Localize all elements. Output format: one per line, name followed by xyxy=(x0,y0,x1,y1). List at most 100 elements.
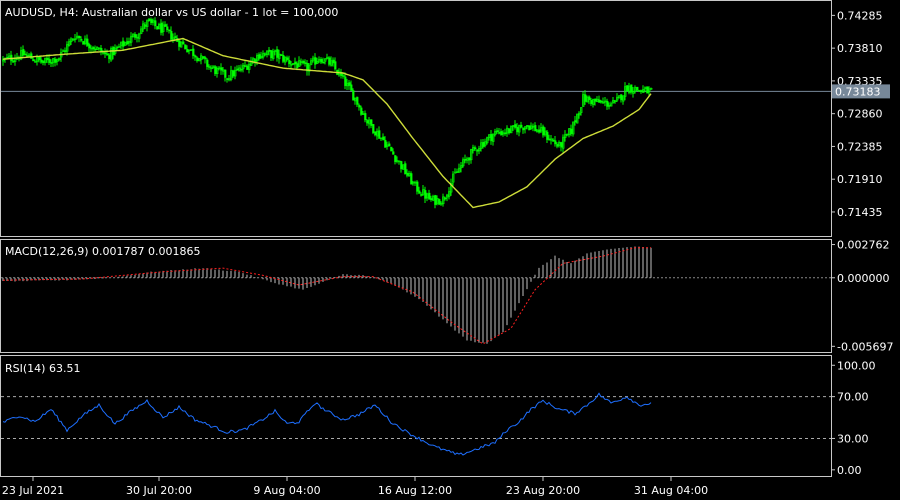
candle-body xyxy=(420,194,423,196)
candle-body xyxy=(40,59,43,63)
macd-pane[interactable] xyxy=(1,246,831,345)
rsi-pane-frame xyxy=(0,355,832,477)
rsi-line xyxy=(2,392,652,456)
candle-body xyxy=(636,86,639,91)
candle-body xyxy=(410,173,413,185)
candle-body xyxy=(504,132,507,135)
candle-body xyxy=(382,136,385,141)
candle-body xyxy=(646,86,649,94)
time-axis-label: 9 Aug 04:00 xyxy=(253,484,320,497)
candle-body xyxy=(534,125,537,132)
rsi-axis-tick-label: 0.00 xyxy=(837,464,862,477)
price-pane[interactable] xyxy=(1,17,831,209)
candle-body xyxy=(444,197,447,200)
candle-body xyxy=(334,61,337,70)
candle-body xyxy=(360,107,363,115)
candle-body xyxy=(464,159,467,161)
candle-body xyxy=(86,38,89,46)
candle-body xyxy=(424,190,427,199)
candle-body xyxy=(584,94,587,102)
candle-body xyxy=(258,54,261,59)
candle-body xyxy=(46,57,49,61)
moving-average-line xyxy=(2,37,652,209)
candle-body xyxy=(226,78,229,80)
candle-body xyxy=(570,128,573,134)
candle-body xyxy=(296,63,299,69)
candle-body xyxy=(508,128,511,134)
candle-body xyxy=(276,49,279,58)
rsi-pane[interactable] xyxy=(1,392,831,456)
candle-body xyxy=(374,131,377,136)
candle-body xyxy=(434,195,437,205)
candle-body xyxy=(92,47,95,50)
candle-body xyxy=(24,53,27,56)
candle-body xyxy=(270,50,273,59)
candle-body xyxy=(156,26,159,30)
candle-body xyxy=(106,53,109,56)
candle-body xyxy=(366,120,369,124)
candle-body xyxy=(598,99,601,103)
candle-body xyxy=(590,100,593,104)
trading-chart[interactable]: 0.742850.738100.733350.728600.723850.719… xyxy=(0,0,900,500)
candle-body xyxy=(378,130,381,139)
candle-body xyxy=(104,52,107,55)
price-axis-tick-label: 0.72860 xyxy=(837,108,883,121)
candle-body xyxy=(122,40,125,47)
candle-body xyxy=(606,100,609,107)
candle-body xyxy=(64,50,67,52)
candle-body xyxy=(288,60,291,65)
candle-body xyxy=(186,49,189,53)
candle-body xyxy=(388,143,391,147)
candle-body xyxy=(168,29,171,32)
candle-body xyxy=(240,68,243,71)
candle-body xyxy=(48,58,51,63)
time-axis-label: 23 Jul 2021 xyxy=(2,484,64,497)
candle-body xyxy=(54,58,57,63)
candle-body xyxy=(384,139,387,148)
candle-body xyxy=(490,134,493,142)
candle-body xyxy=(620,94,623,101)
time-axis-label: 31 Aug 04:00 xyxy=(634,484,708,497)
candle-body xyxy=(38,56,41,61)
candle-body xyxy=(196,57,199,62)
macd-axis-tick-label: -0.005697 xyxy=(837,340,893,353)
candle-body xyxy=(322,61,325,64)
candle-body xyxy=(430,198,433,200)
candle-body xyxy=(304,62,307,64)
candle-body xyxy=(350,84,353,91)
candle-body xyxy=(348,82,351,86)
price-axis-tick-label: 0.71435 xyxy=(837,206,883,219)
candle-body xyxy=(174,36,177,38)
candle-body xyxy=(268,49,271,52)
candle-body xyxy=(42,60,45,64)
candle-body xyxy=(560,142,563,148)
macd-axis-tick-label: 0.002762 xyxy=(837,239,890,252)
candle-body xyxy=(498,132,501,134)
candle-body xyxy=(30,53,33,59)
candle-body xyxy=(516,127,519,133)
time-axis-label: 30 Jul 20:00 xyxy=(126,484,192,497)
candle-body xyxy=(418,190,421,194)
candle-body xyxy=(522,128,525,131)
candle-body xyxy=(254,59,257,63)
candle-body xyxy=(600,100,603,103)
candle-body xyxy=(164,24,167,27)
candle-body xyxy=(82,41,85,45)
candle-body xyxy=(314,57,317,65)
candle-body xyxy=(416,181,419,192)
candle-body xyxy=(630,84,633,93)
candle-body xyxy=(166,26,169,31)
price-axis-tick-label: 0.73810 xyxy=(837,42,883,55)
price-pane-frame xyxy=(0,0,832,237)
candle-body xyxy=(302,60,305,64)
candle-body xyxy=(116,46,119,49)
candle-body xyxy=(404,163,407,174)
time-axis-label: 23 Aug 20:00 xyxy=(506,484,580,497)
candle-body xyxy=(22,49,25,56)
candle-body xyxy=(282,55,285,62)
candle-body xyxy=(94,48,97,51)
candle-body xyxy=(496,130,499,132)
candle-body xyxy=(50,62,53,64)
candle-body xyxy=(328,57,331,65)
candle-body xyxy=(482,141,485,147)
